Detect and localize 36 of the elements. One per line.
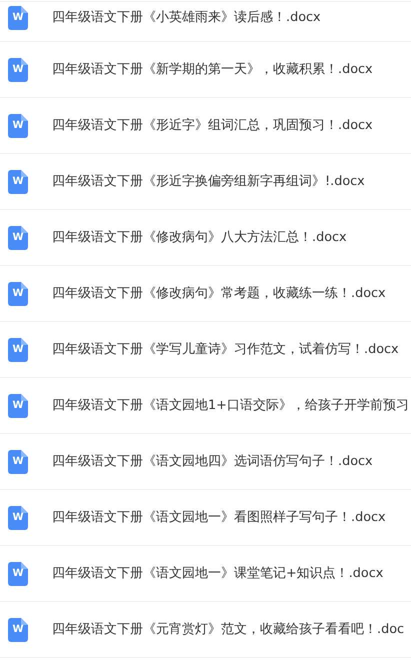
file-row[interactable]: W 四年级语文下册《修改病句》八大方法汇总！.docx [0, 210, 411, 266]
file-row[interactable]: W 四年级语文下册《修改病句》常考题，收藏练一练！.docx [0, 266, 411, 322]
word-document-icon: W [8, 394, 28, 418]
word-document-icon: W [8, 450, 28, 474]
file-name: 四年级语文下册《小英雄雨来》读后感！.docx [52, 9, 321, 26]
file-name: 四年级语文下册《形近字》组词汇总，巩固预习！.docx [52, 117, 373, 134]
file-name: 四年级语文下册《语文园地一》课堂笔记+知识点！.docx [52, 565, 384, 582]
file-name: 四年级语文下册《修改病句》常考题，收藏练一练！.docx [52, 285, 386, 302]
file-name: 四年级语文下册《修改病句》八大方法汇总！.docx [52, 229, 347, 246]
word-document-icon: W [8, 338, 28, 362]
file-row[interactable]: W 四年级语文下册《语文园地一》看图照样子写句子！.docx [0, 490, 411, 546]
file-name: 四年级语文下册《元宵赏灯》范文，收藏给孩子看看吧！.doc [52, 621, 404, 638]
file-row[interactable]: W 四年级语文下册《小英雄雨来》读后感！.docx [0, 0, 411, 42]
file-name: 四年级语文下册《形近字换偏旁组新字再组词》!.docx [52, 173, 365, 190]
word-document-icon: W [8, 170, 28, 194]
word-document-icon: W [8, 226, 28, 250]
word-document-icon: W [8, 58, 28, 82]
word-document-icon: W [8, 506, 28, 530]
file-name: 四年级语文下册《语文园地1+口语交际》，给孩子开学前预习 [52, 397, 409, 414]
file-row[interactable]: W 四年级语文下册《语文园地1+口语交际》，给孩子开学前预习 [0, 378, 411, 434]
word-document-icon: W [8, 282, 28, 306]
word-document-icon: W [8, 562, 28, 586]
file-name: 四年级语文下册《语文园地四》选词语仿写句子！.docx [52, 453, 373, 470]
file-name: 四年级语文下册《语文园地一》看图照样子写句子！.docx [52, 509, 386, 526]
file-row[interactable]: W 四年级语文下册《语文园地一》课堂笔记+知识点！.docx [0, 546, 411, 602]
file-name: 四年级语文下册《新学期的第一天》，收藏积累！.docx [52, 61, 373, 78]
word-document-icon: W [8, 114, 28, 138]
file-row[interactable]: W 四年级语文下册《形近字换偏旁组新字再组词》!.docx [0, 154, 411, 210]
file-row[interactable]: W 四年级语文下册《新学期的第一天》，收藏积累！.docx [0, 42, 411, 98]
file-row[interactable]: W 四年级语文下册《语文园地四》选词语仿写句子！.docx [0, 434, 411, 490]
word-document-icon: W [8, 6, 28, 30]
word-document-icon: W [8, 618, 28, 642]
file-name: 四年级语文下册《学写儿童诗》习作范文，试着仿写！.docx [52, 341, 399, 358]
file-row[interactable]: W 四年级语文下册《学写儿童诗》习作范文，试着仿写！.docx [0, 322, 411, 378]
file-row[interactable]: W 四年级语文下册《元宵赏灯》范文，收藏给孩子看看吧！.doc [0, 602, 411, 658]
file-row[interactable]: W 四年级语文下册《形近字》组词汇总，巩固预习！.docx [0, 98, 411, 154]
